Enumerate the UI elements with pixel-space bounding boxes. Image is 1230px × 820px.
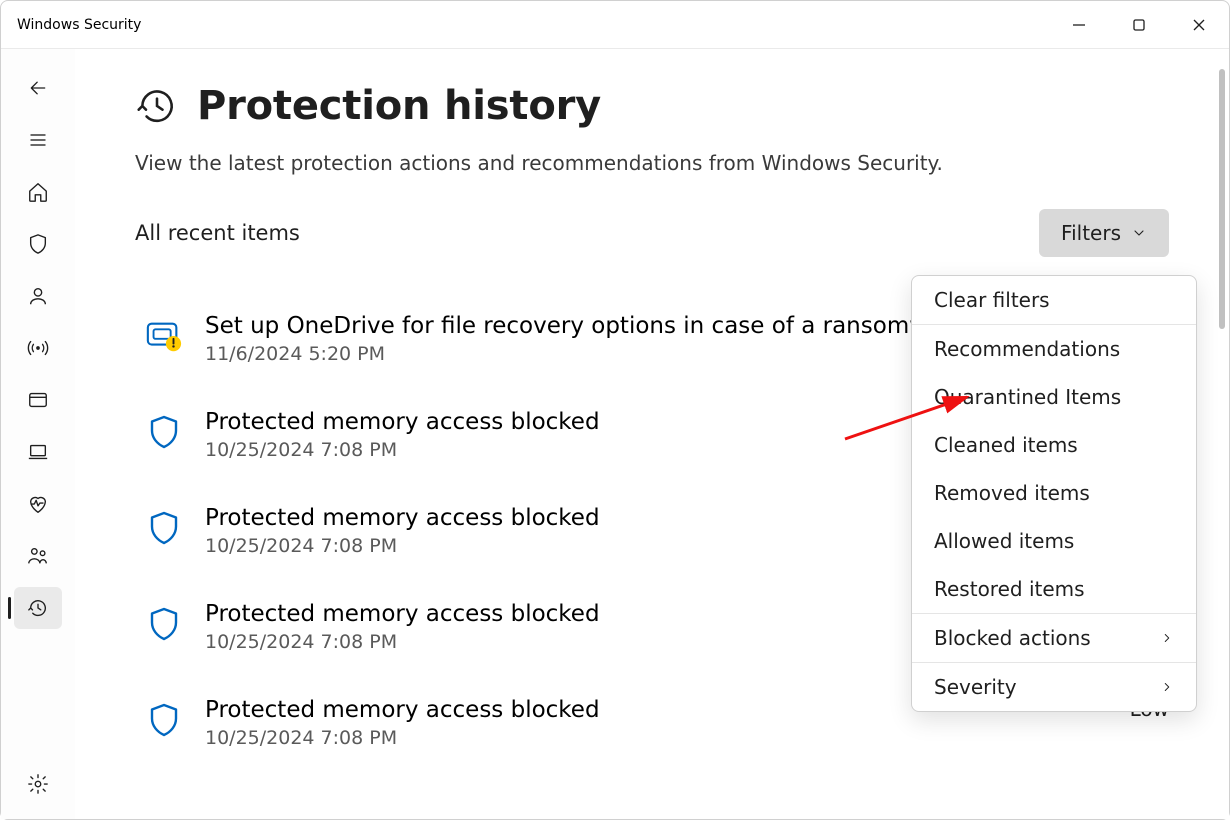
nav-virus[interactable] (14, 223, 62, 265)
shield-blue-icon (145, 413, 183, 451)
window-icon (27, 389, 49, 411)
history-icon (27, 597, 49, 619)
home-icon (27, 181, 49, 203)
menu-blocked-actions[interactable]: Blocked actions (912, 613, 1196, 662)
history-item-time: 10/25/2024 7:08 PM (205, 727, 1088, 749)
filters-menu: Clear filters Recommendations Quarantine… (911, 275, 1197, 712)
nav-rail (1, 49, 75, 819)
nav-history[interactable] (14, 587, 62, 629)
titlebar: Windows Security (1, 1, 1229, 49)
menu-allowed[interactable]: Allowed items (912, 517, 1196, 565)
person-icon (27, 285, 49, 307)
menu-severity[interactable]: Severity (912, 662, 1196, 711)
nav-family[interactable] (14, 535, 62, 577)
menu-recommendations[interactable]: Recommendations (912, 325, 1196, 373)
nav-home[interactable] (14, 171, 62, 213)
shield-blue-icon (145, 605, 183, 643)
nav-settings[interactable] (14, 763, 62, 805)
nav-hamburger[interactable] (14, 119, 62, 161)
nav-device[interactable] (14, 431, 62, 473)
shield-blue-icon (145, 509, 183, 547)
nav-performance[interactable] (14, 483, 62, 525)
scrollbar-thumb[interactable] (1219, 69, 1225, 329)
minimize-icon (1072, 18, 1086, 32)
family-icon (27, 545, 49, 567)
chevron-down-icon (1131, 225, 1147, 241)
window-controls (1049, 1, 1229, 48)
onedrive-warning-icon (145, 317, 183, 355)
chevron-right-icon (1160, 631, 1174, 645)
menu-cleaned[interactable]: Cleaned items (912, 421, 1196, 469)
shield-icon (27, 233, 49, 255)
menu-quarantined[interactable]: Quarantined Items (912, 373, 1196, 421)
laptop-icon (27, 441, 49, 463)
close-button[interactable] (1169, 1, 1229, 48)
filters-button[interactable]: Filters (1039, 209, 1169, 257)
menu-restored[interactable]: Restored items (912, 565, 1196, 613)
gear-icon (27, 773, 49, 795)
section-header: All recent items Filters (135, 209, 1169, 257)
hamburger-icon (28, 130, 48, 150)
chevron-right-icon (1160, 680, 1174, 694)
page-header: Protection history (135, 83, 1169, 129)
back-arrow-icon (28, 78, 48, 98)
maximize-icon (1132, 18, 1146, 32)
scrollbar[interactable] (1219, 69, 1225, 807)
shield-blue-icon (145, 701, 183, 739)
menu-removed[interactable]: Removed items (912, 469, 1196, 517)
broadcast-icon (27, 337, 49, 359)
section-title: All recent items (135, 221, 300, 245)
nav-account[interactable] (14, 275, 62, 317)
window-title: Windows Security (17, 17, 141, 33)
nav-app[interactable] (14, 379, 62, 421)
minimize-button[interactable] (1049, 1, 1109, 48)
filters-label: Filters (1061, 221, 1121, 245)
close-icon (1192, 18, 1206, 32)
heart-pulse-icon (27, 493, 49, 515)
page-subtitle: View the latest protection actions and r… (135, 151, 1169, 175)
page-title: Protection history (197, 83, 601, 129)
menu-clear-filters[interactable]: Clear filters (912, 276, 1196, 325)
history-large-icon (135, 84, 179, 128)
maximize-button[interactable] (1109, 1, 1169, 48)
nav-back[interactable] (14, 67, 62, 109)
nav-firewall[interactable] (14, 327, 62, 369)
